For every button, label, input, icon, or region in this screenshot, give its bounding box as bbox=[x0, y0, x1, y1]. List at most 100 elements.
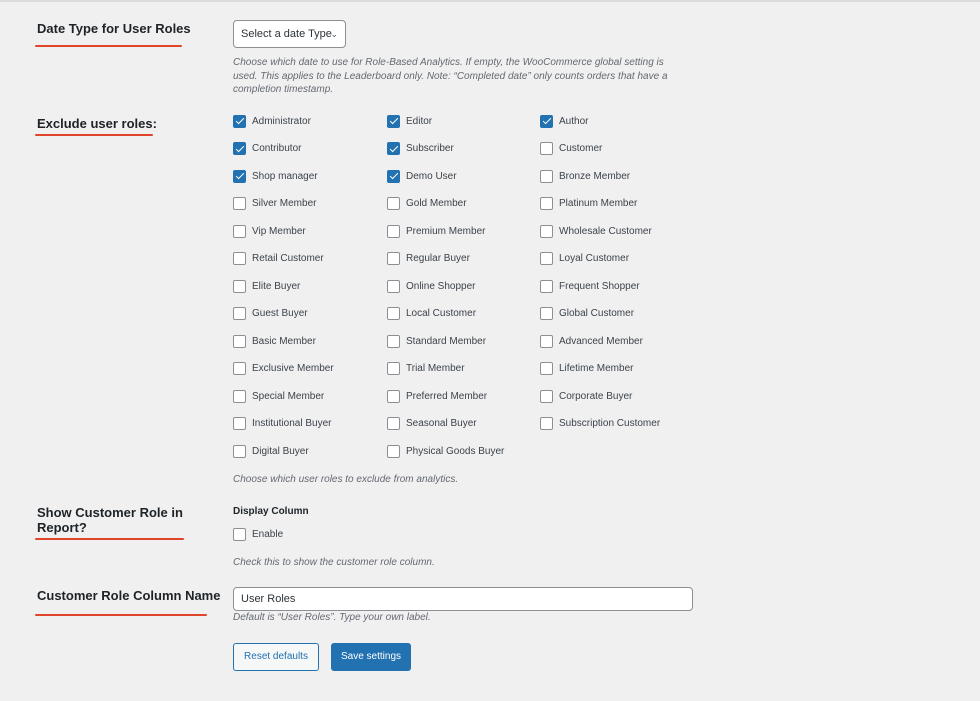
role-checkbox-item[interactable]: Silver Member bbox=[233, 196, 316, 212]
checkbox-checked[interactable] bbox=[233, 114, 246, 128]
checkbox-checked[interactable] bbox=[387, 142, 400, 155]
checkbox-unchecked[interactable] bbox=[540, 252, 553, 265]
checkbox-unchecked[interactable] bbox=[233, 224, 246, 238]
role-checkbox-item[interactable]: Global Customer bbox=[540, 306, 634, 322]
role-checkbox-item[interactable]: Online Shopper bbox=[387, 278, 476, 294]
checkbox-unchecked[interactable] bbox=[540, 334, 553, 348]
checkbox-unchecked[interactable] bbox=[387, 362, 400, 375]
role-checkbox-item[interactable]: Regular Buyer bbox=[387, 251, 470, 267]
enable-role-column-checkbox[interactable]: Enable bbox=[233, 526, 283, 542]
role-checkbox-item[interactable]: Subscription Customer bbox=[540, 416, 660, 432]
checkbox-unchecked[interactable] bbox=[540, 279, 553, 293]
role-checkbox-item[interactable]: Basic Member bbox=[233, 333, 316, 349]
checkbox-unchecked[interactable] bbox=[540, 169, 553, 183]
checkbox-unchecked[interactable] bbox=[233, 389, 246, 403]
role-label: Digital Buyer bbox=[252, 445, 309, 457]
checkbox-unchecked[interactable] bbox=[387, 417, 400, 430]
checkbox-unchecked[interactable] bbox=[540, 142, 553, 155]
role-label: Silver Member bbox=[252, 198, 317, 209]
role-checkbox-item[interactable]: Shop manager bbox=[233, 168, 318, 184]
checkbox-unchecked[interactable] bbox=[387, 197, 400, 210]
role-checkbox-item[interactable]: Physical Goods Buyer bbox=[387, 443, 504, 459]
checkbox-unchecked[interactable] bbox=[540, 224, 553, 238]
role-checkbox-item[interactable]: Institutional Buyer bbox=[233, 416, 332, 432]
role-checkbox-item[interactable]: Bronze Member bbox=[540, 168, 630, 184]
checkbox-unchecked[interactable] bbox=[233, 197, 246, 210]
checkbox-checked[interactable] bbox=[387, 169, 400, 183]
role-checkbox-item[interactable]: Digital Buyer bbox=[233, 443, 309, 459]
role-label: Shop manager bbox=[252, 170, 318, 182]
role-checkbox-item[interactable]: Demo User bbox=[387, 168, 457, 184]
checkbox-box[interactable] bbox=[233, 527, 246, 541]
checkbox-unchecked[interactable] bbox=[387, 334, 400, 348]
checkbox-unchecked[interactable] bbox=[387, 444, 400, 458]
checkbox-checked[interactable] bbox=[540, 114, 553, 128]
role-checkbox-item[interactable]: Elite Buyer bbox=[233, 278, 300, 294]
role-label: Loyal Customer bbox=[559, 253, 630, 264]
checkbox-unchecked[interactable] bbox=[387, 307, 400, 320]
role-label: Preferred Member bbox=[406, 390, 488, 402]
role-checkbox-item[interactable]: Special Member bbox=[233, 388, 324, 404]
role-checkbox-item[interactable]: Vip Member bbox=[233, 223, 306, 239]
checkbox-checked[interactable] bbox=[233, 169, 246, 183]
role-checkbox-item[interactable]: Advanced Member bbox=[540, 333, 643, 349]
role-checkbox-item[interactable]: Subscriber bbox=[387, 141, 454, 157]
role-checkbox-item[interactable]: Premium Member bbox=[387, 223, 485, 239]
checkbox-unchecked[interactable] bbox=[387, 252, 400, 265]
role-checkbox-item[interactable]: Frequent Shopper bbox=[540, 278, 640, 294]
checkbox-unchecked[interactable] bbox=[540, 389, 553, 403]
role-checkbox-item[interactable]: Wholesale Customer bbox=[540, 223, 652, 239]
role-checkbox-item[interactable]: Lifetime Member bbox=[540, 361, 633, 377]
checkbox-unchecked[interactable] bbox=[233, 362, 246, 375]
checkbox-unchecked[interactable] bbox=[233, 334, 246, 348]
checkbox-unchecked[interactable] bbox=[233, 252, 246, 265]
role-label: Local Customer bbox=[406, 308, 477, 319]
label-underline bbox=[35, 45, 182, 47]
role-checkbox-item[interactable]: Contributor bbox=[233, 141, 301, 157]
role-label: Subscription Customer bbox=[559, 418, 661, 429]
date-type-select[interactable]: Select a date Type ⌄ bbox=[233, 20, 346, 48]
role-label: Premium Member bbox=[406, 225, 486, 237]
date-type-select-value: Select a date Type bbox=[241, 28, 332, 40]
checkbox-unchecked[interactable] bbox=[233, 444, 246, 458]
role-checkbox-item[interactable]: Author bbox=[540, 113, 588, 129]
role-checkbox-item[interactable]: Administrator bbox=[233, 113, 311, 129]
role-label: Retail Customer bbox=[252, 253, 324, 264]
checkbox-unchecked[interactable] bbox=[540, 362, 553, 375]
role-checkbox-item[interactable]: Editor bbox=[387, 113, 432, 129]
role-checkbox-item[interactable]: Gold Member bbox=[387, 196, 467, 212]
checkbox-unchecked[interactable] bbox=[540, 307, 553, 320]
role-checkbox-item[interactable]: Guest Buyer bbox=[233, 306, 308, 322]
role-checkbox-item[interactable]: Customer bbox=[540, 141, 602, 157]
role-label: Online Shopper bbox=[406, 280, 476, 292]
role-checkbox-item[interactable]: Corporate Buyer bbox=[540, 388, 632, 404]
role-checkbox-item[interactable]: Retail Customer bbox=[233, 251, 324, 267]
column-name-input[interactable]: User Roles bbox=[233, 587, 693, 611]
checkbox-unchecked[interactable] bbox=[387, 224, 400, 238]
role-checkbox-item[interactable]: Platinum Member bbox=[540, 196, 637, 212]
role-checkbox-item[interactable]: Loyal Customer bbox=[540, 251, 629, 267]
checkbox-unchecked[interactable] bbox=[233, 307, 246, 320]
label-underline bbox=[35, 614, 207, 616]
date-type-description: Choose which date to use for Role-Based … bbox=[233, 57, 668, 95]
role-label: Customer bbox=[559, 143, 603, 154]
checkbox-unchecked[interactable] bbox=[540, 197, 553, 210]
checkbox-unchecked[interactable] bbox=[540, 417, 553, 430]
exclude-roles-label: Exclude user roles: bbox=[37, 116, 157, 131]
checkbox-unchecked[interactable] bbox=[387, 279, 400, 293]
role-checkbox-item[interactable]: Trial Member bbox=[387, 361, 465, 377]
checkbox-checked[interactable] bbox=[233, 142, 246, 155]
reset-defaults-button[interactable]: Reset defaults bbox=[233, 643, 319, 671]
checkbox-unchecked[interactable] bbox=[387, 389, 400, 403]
checkbox-checked[interactable] bbox=[387, 114, 400, 128]
role-checkbox-item[interactable]: Seasonal Buyer bbox=[387, 416, 477, 432]
save-settings-button[interactable]: Save settings bbox=[331, 643, 411, 671]
checkbox-unchecked[interactable] bbox=[233, 417, 246, 430]
role-checkbox-item[interactable]: Exclusive Member bbox=[233, 361, 334, 377]
role-checkbox-item[interactable]: Local Customer bbox=[387, 306, 476, 322]
checkbox-unchecked[interactable] bbox=[233, 279, 246, 293]
role-checkbox-item[interactable]: Preferred Member bbox=[387, 388, 487, 404]
role-checkbox-item[interactable]: Standard Member bbox=[387, 333, 486, 349]
role-label: Author bbox=[559, 115, 589, 127]
top-divider bbox=[0, 0, 980, 2]
